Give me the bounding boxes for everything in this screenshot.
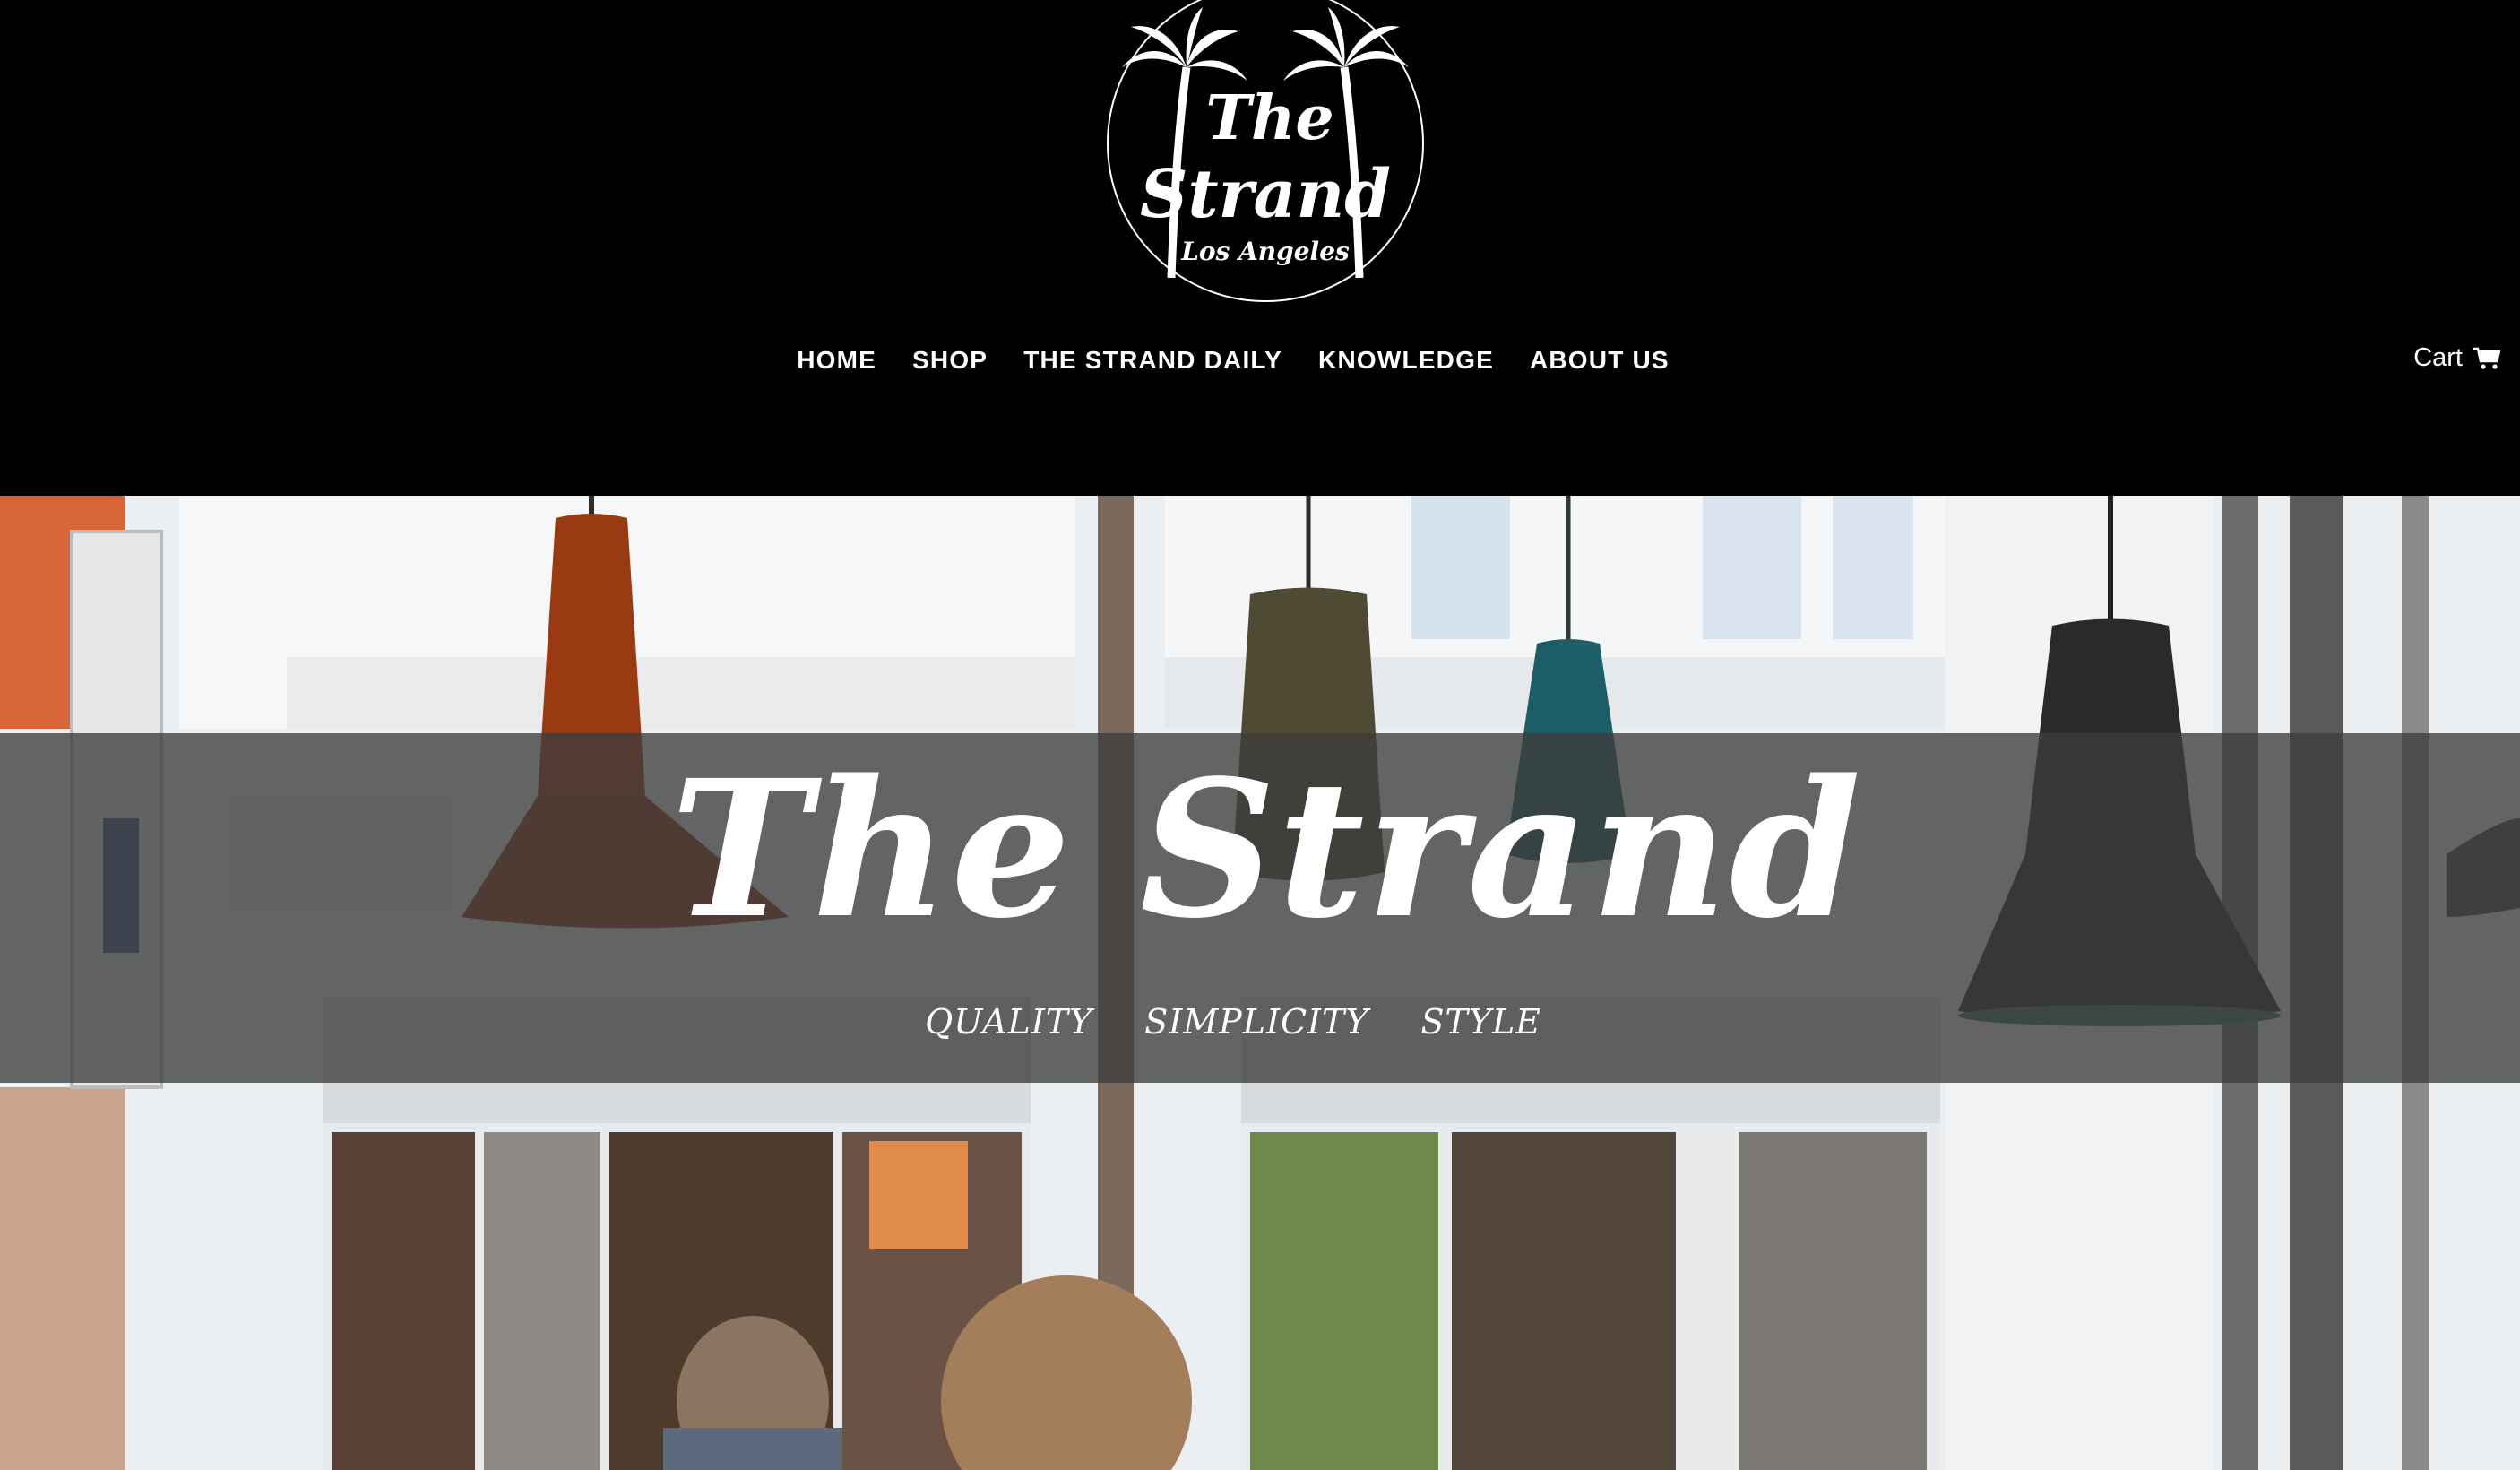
logo-link[interactable]: The Strand Los Angeles <box>1104 0 1427 305</box>
tagline-word-simplicity: SIMPLICITY <box>1144 1002 1369 1042</box>
site-header: The Strand Los Angeles HOME SHOP THE STR… <box>0 0 2520 496</box>
cart-link[interactable]: Cart <box>2413 343 2500 373</box>
nav-item-knowledge[interactable]: KNOWLEDGE <box>1318 346 1494 374</box>
tagline-word-style: STYLE <box>1420 1002 1541 1042</box>
hero-title: The Strand <box>670 739 1863 960</box>
nav-item-about-us[interactable]: ABOUT US <box>1530 346 1670 374</box>
cart-label: Cart <box>2413 343 2463 372</box>
nav-item-shop[interactable]: SHOP <box>912 346 988 374</box>
svg-text:Strand: Strand <box>1140 156 1391 233</box>
strand-logo: The Strand Los Angeles <box>1107 0 1424 302</box>
main-nav: HOME SHOP THE STRAND DAILY KNOWLEDGE ABO… <box>0 341 2520 380</box>
nav-item-the-strand-daily[interactable]: THE STRAND DAILY <box>1023 346 1282 374</box>
hero-tagline: QUALITY SIMPLICITY STYLE <box>0 1002 2520 1042</box>
shopping-cart-icon <box>2473 347 2500 369</box>
svg-text:The: The <box>1205 82 1333 154</box>
nav-item-home[interactable]: HOME <box>797 346 876 374</box>
tagline-word-quality: QUALITY <box>925 1002 1093 1042</box>
hero-banner: The Strand QUALITY SIMPLICITY STYLE <box>0 496 2520 1470</box>
svg-text:Los Angeles: Los Angeles <box>1180 237 1350 266</box>
